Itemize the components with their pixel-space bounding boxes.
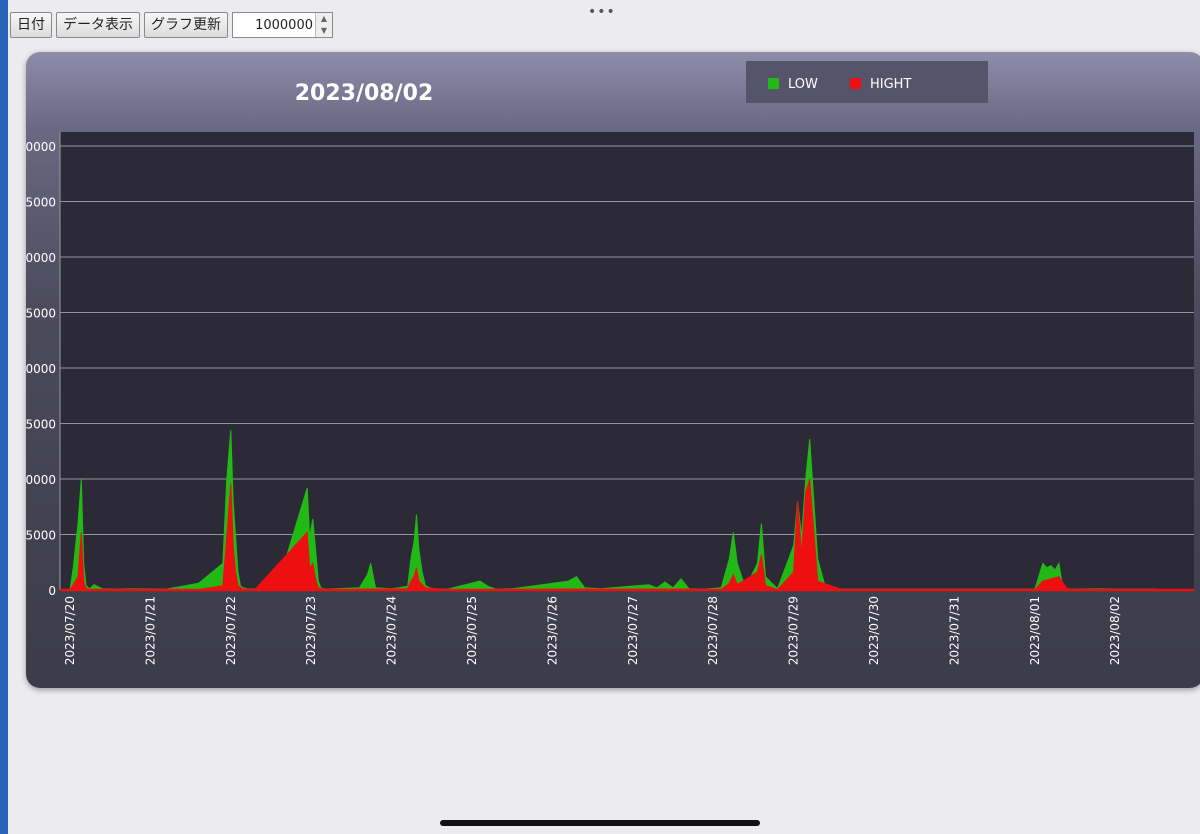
y-tick-label: 875000 [26, 196, 56, 210]
stepper-down-icon[interactable]: ▼ [316, 25, 332, 37]
x-tick-label: 2023/07/27 [626, 596, 640, 665]
y-tick-label: 0 [48, 584, 56, 598]
x-tick-label: 2023/08/01 [1028, 596, 1042, 665]
x-tick-label: 2023/07/30 [867, 596, 881, 665]
y-tick-label: 1000000 [26, 140, 56, 154]
date-button[interactable]: 日付 [10, 12, 52, 38]
home-indicator [440, 820, 760, 826]
max-value-stepper[interactable]: ▲ ▼ [232, 12, 333, 38]
y-tick-label: 500000 [26, 362, 56, 376]
x-tick-label: 2023/07/28 [706, 596, 720, 665]
x-tick-label: 2023/07/23 [304, 596, 318, 665]
update-graph-button[interactable]: グラフ更新 [144, 12, 228, 38]
more-dots-icon[interactable]: ••• [588, 4, 616, 20]
x-tick-label: 2023/08/02 [1108, 596, 1122, 665]
y-axis-ticks: 0 125000 250000 375000 500000 625000 750000 875… [26, 140, 56, 598]
chart-svg: 2023/08/02 LOW HIGHT 0 125000 250000 375000… [26, 61, 1194, 665]
max-value-input[interactable] [233, 14, 315, 36]
legend-swatch-hight [850, 78, 861, 89]
legend-swatch-low [768, 78, 779, 89]
x-axis-ticks: 2023/07/20 2023/07/21 2023/07/22 2023/07/23… [63, 596, 1122, 665]
y-tick-label: 750000 [26, 251, 56, 265]
y-tick-label: 250000 [26, 473, 56, 487]
x-tick-label: 2023/07/21 [143, 596, 157, 665]
chart-panel: 2023/08/02 LOW HIGHT 0 125000 250000 375000… [26, 52, 1200, 688]
stepper-up-icon[interactable]: ▲ [316, 13, 332, 25]
legend-label-low: LOW [788, 77, 818, 92]
x-tick-label: 2023/07/25 [465, 596, 479, 665]
x-tick-label: 2023/07/29 [787, 596, 801, 665]
stepper-arrows[interactable]: ▲ ▼ [315, 13, 332, 37]
x-tick-label: 2023/07/20 [63, 596, 77, 665]
y-tick-label: 125000 [26, 529, 56, 543]
legend-label-hight: HIGHT [870, 77, 911, 92]
x-tick-label: 2023/07/31 [947, 596, 961, 665]
legend-box [746, 61, 988, 103]
y-tick-label: 625000 [26, 307, 56, 321]
legend: LOW HIGHT [746, 61, 988, 103]
toolbar: 日付 データ表示 グラフ更新 ▲ ▼ [10, 12, 333, 38]
show-data-button[interactable]: データ表示 [56, 12, 140, 38]
x-tick-label: 2023/07/26 [545, 596, 559, 665]
x-tick-label: 2023/07/24 [385, 596, 399, 665]
chart-title: 2023/08/02 [295, 81, 434, 106]
y-tick-label: 375000 [26, 418, 56, 432]
x-tick-label: 2023/07/22 [224, 596, 238, 665]
